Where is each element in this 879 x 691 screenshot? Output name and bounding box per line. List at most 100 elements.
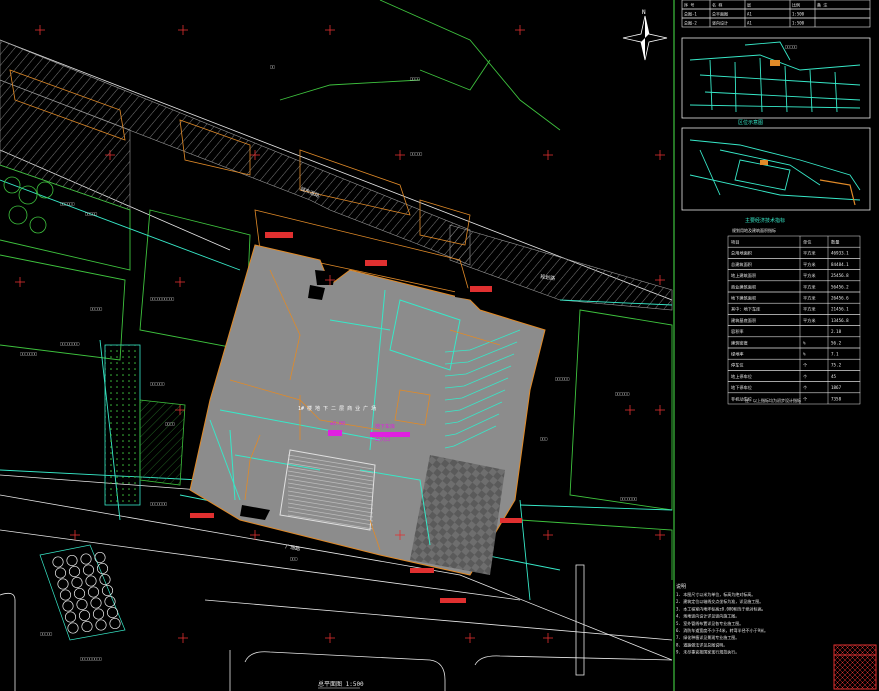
drawing-index-table: 序 号 名 称 层 比例 备 注总图-1 总平面图 A1 1:500 总图-2 竖向设计 A1 1:5… bbox=[681, 0, 871, 28]
econ-cell: 21456.1 bbox=[831, 307, 849, 312]
svg-text:□□□□□□□□: □□□□□□□□ bbox=[60, 341, 80, 346]
parking-circle bbox=[109, 617, 121, 630]
svg-text:□□□□□□: □□□□□□ bbox=[60, 201, 75, 206]
econ-cell: 项目 bbox=[731, 240, 739, 246]
econ-footnote: 注：以上指标均为初步设计指标 bbox=[745, 397, 801, 403]
econ-cell: 数量 bbox=[831, 239, 839, 246]
econ-cell: 绿地率 bbox=[731, 351, 744, 358]
note-line: 2. 建筑定位以轴线交点坐标为准，详见施工图。 bbox=[676, 598, 763, 604]
econ-cell: 平方米 bbox=[803, 250, 816, 257]
econ-cell: 25456.8 bbox=[831, 273, 849, 278]
econ-cell: 平方米 bbox=[803, 295, 816, 302]
econ-cell: 建筑基底面积 bbox=[731, 317, 756, 324]
econ-cell: 地上停车位 bbox=[731, 373, 752, 380]
building-label: 1# 楼 地 下 二 层 商 业 广 场 bbox=[298, 405, 376, 412]
econ-cell: 7.1 bbox=[831, 352, 839, 357]
svg-text:□□□□: □□□□ bbox=[410, 76, 420, 81]
econ-cell: 平方米 bbox=[803, 306, 816, 313]
plan-title: 总平面图 1:500 bbox=[318, 680, 364, 688]
econ-cell: 个 bbox=[803, 363, 808, 368]
index-cell: 1:500 bbox=[792, 21, 805, 26]
note-line: 9. 未尽事宜按国家现行规范执行。 bbox=[676, 649, 739, 655]
parking-circle bbox=[68, 565, 81, 578]
econ-table: 主要经济技术指标 规划用地及建筑面积指标 项目 单位 数量总用地面积 平方米 46933… bbox=[727, 217, 861, 405]
index-cell: 1:500 bbox=[792, 12, 805, 17]
hatched-strip-right bbox=[449, 224, 673, 311]
econ-cell: 26456.6 bbox=[831, 296, 849, 301]
parking-circle bbox=[59, 589, 72, 601]
note-line: 1. 本图尺寸以米为单位，标高为绝对标高。 bbox=[676, 591, 755, 597]
econ-cell: 地下停车位 bbox=[731, 384, 752, 391]
svg-text:□□□□□□□: □□□□□□□ bbox=[20, 351, 37, 356]
econ-cell: % bbox=[803, 340, 806, 345]
econ-cell: 84484.1 bbox=[831, 262, 849, 267]
econ-title: 主要经济技术指标 bbox=[745, 217, 785, 224]
econ-cell: 总用地面积 bbox=[731, 250, 752, 257]
econ-cell: 地下建筑面积 bbox=[731, 295, 756, 302]
site-plan: □□□□□□ □□□□□ □□□□□ □□□□□□□□□□ □□□□□□□□ □… bbox=[0, 0, 877, 691]
svg-text:□□□□□: □□□□□ bbox=[40, 631, 53, 636]
parking-circle bbox=[96, 562, 109, 575]
econ-cell: 7358 bbox=[831, 396, 842, 401]
svg-text:N: N bbox=[642, 9, 646, 16]
svg-text:□□□□□: □□□□□ bbox=[785, 44, 798, 49]
parking-circle bbox=[54, 567, 67, 579]
parking-circle bbox=[76, 598, 88, 611]
index-cell: A1 bbox=[747, 21, 752, 26]
svg-text:□□□□: □□□□ bbox=[165, 421, 175, 426]
econ-cell: 其中：地下车库 bbox=[731, 306, 760, 313]
econ-cell: 56.2 bbox=[831, 340, 842, 345]
econ-cell: 地上建筑面积 bbox=[731, 272, 756, 279]
econ-cell: 停车位 bbox=[731, 362, 744, 369]
index-cell: 层 bbox=[747, 2, 751, 8]
parking-circle bbox=[78, 609, 91, 622]
svg-text:□□□: □□□ bbox=[290, 556, 298, 561]
parking-circle bbox=[81, 620, 93, 633]
index-cell: 名 称 bbox=[712, 2, 722, 8]
econ-cell: 平方米 bbox=[803, 283, 816, 290]
econ-cell: 单位 bbox=[803, 239, 811, 246]
econ-cell: 45 bbox=[831, 374, 837, 379]
map-area: □□□□□□ □□□□□ □□□□□ □□□□□□□□□□ □□□□□□□□ □… bbox=[0, 0, 673, 691]
parking-circle bbox=[94, 551, 106, 564]
index-cell: A1 bbox=[747, 12, 752, 17]
landscape-zone bbox=[104, 344, 141, 506]
road-label-3: 广场路 bbox=[285, 543, 301, 553]
magenta-tag-2: 地下车库 bbox=[375, 423, 395, 430]
parking-circle bbox=[52, 556, 64, 568]
parking-circle bbox=[106, 606, 119, 619]
econ-row bbox=[727, 347, 861, 360]
north-arrow-icon: N bbox=[622, 9, 668, 61]
svg-text:□□□□□: □□□□□ bbox=[85, 211, 98, 216]
econ-cell: 建筑密度 bbox=[731, 339, 749, 346]
note-line: 7. 绿化种植详见景观专业施工图。 bbox=[676, 634, 739, 640]
note-line: 5. 室外管线布置详见各专业施工图。 bbox=[676, 620, 743, 626]
svg-text:□□□□□□: □□□□□□ bbox=[150, 381, 165, 386]
parking-circle bbox=[73, 587, 86, 600]
index-cell: 总图-2 bbox=[684, 20, 697, 26]
svg-text:□□□□□□: □□□□□□ bbox=[615, 391, 630, 396]
parking-circle-grid bbox=[52, 551, 121, 634]
econ-cell: 个 bbox=[803, 374, 808, 379]
econ-cell: 平方米 bbox=[803, 272, 816, 279]
svg-text:□□□□□: □□□□□ bbox=[90, 306, 103, 311]
parking-circle bbox=[95, 619, 107, 631]
econ-cell: % bbox=[803, 352, 806, 357]
index-cell: 比例 bbox=[792, 2, 800, 8]
trees-top-left bbox=[3, 176, 54, 234]
econ-cell: 56456.2 bbox=[831, 284, 849, 289]
cad-drawing-canvas: □□□□□□ □□□□□ □□□□□ □□□□□□□□□□ □□□□□□□□ □… bbox=[0, 0, 879, 691]
note-line: 4. 场地竖向设计详见竖向施工图。 bbox=[676, 613, 739, 619]
econ-cell: 75.2 bbox=[831, 363, 842, 368]
landscape-block bbox=[139, 399, 186, 486]
econ-cell: 容积率 bbox=[731, 328, 744, 335]
econ-cell: 46933.1 bbox=[831, 251, 849, 256]
notes-title: 说明 bbox=[676, 583, 686, 590]
econ-cell: 13456.8 bbox=[831, 318, 849, 323]
econ-cell: 1867 bbox=[831, 385, 842, 390]
svg-text:□□□□□□□: □□□□□□□ bbox=[150, 501, 167, 506]
index-cell: 序 号 bbox=[684, 2, 694, 8]
svg-text:□□: □□ bbox=[270, 64, 275, 69]
econ-cell: 个 bbox=[803, 396, 808, 401]
note-line: 6. 消防车道宽度不小于4米，转弯半径不小于9米。 bbox=[676, 627, 768, 633]
